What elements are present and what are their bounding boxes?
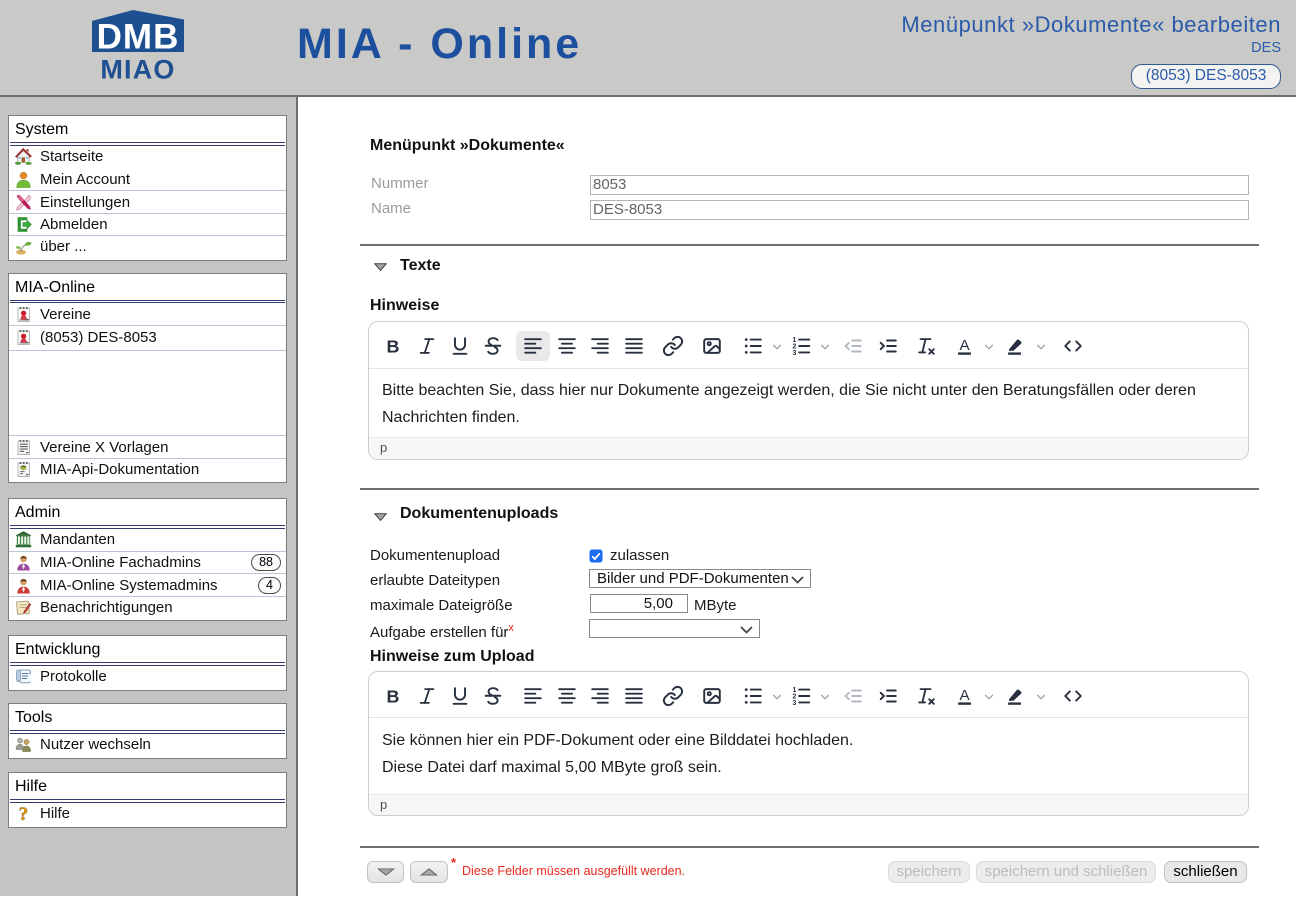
svg-text:DMB: DMB	[97, 18, 180, 57]
svg-text:MIAO: MIAO	[100, 55, 175, 83]
